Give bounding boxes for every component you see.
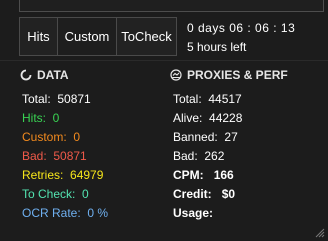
stat-label: Alive:: [173, 111, 203, 125]
proxy-banned: Banned: 27: [173, 129, 238, 145]
stat-value: 27: [224, 130, 238, 144]
stat-label: Retries:: [22, 168, 64, 182]
stat-value: 44228: [209, 111, 243, 125]
stat-label: CPM:: [173, 168, 204, 182]
tab-custom[interactable]: Custom: [57, 17, 117, 56]
proxy-total: Total: 44517: [173, 91, 242, 107]
data-section-title: DATA: [20, 68, 69, 82]
log-textarea[interactable]: [19, 0, 324, 12]
stat-value: $0: [221, 187, 236, 201]
stat-ocr-rate: OCR Rate: 0 %: [22, 205, 108, 221]
circle-refresh-icon: [20, 69, 32, 81]
stat-retries: Retries: 64979: [22, 167, 103, 183]
stat-total: Total: 50871: [22, 91, 91, 107]
stat-label: Total:: [22, 92, 51, 106]
stat-value: 50871: [53, 149, 87, 163]
stat-value: 262: [204, 149, 225, 163]
stat-label: To Check:: [22, 187, 76, 201]
data-title-label: DATA: [37, 68, 69, 82]
stat-bad: Bad: 50871: [22, 148, 87, 164]
divider: [0, 60, 328, 61]
elapsed-time: 0 days 06 : 06 : 13: [187, 21, 296, 35]
perf-usage: Usage:: [173, 205, 216, 221]
perf-credit: Credit: $0: [173, 186, 235, 202]
stat-label: Hits:: [22, 111, 46, 125]
proxy-section-title: PROXIES & PERF: [170, 68, 288, 82]
stat-label: Bad:: [22, 149, 47, 163]
stat-value: 0: [52, 111, 60, 125]
stat-label: Custom:: [22, 130, 67, 144]
stat-label: OCR Rate:: [22, 206, 81, 220]
stat-value: 166: [213, 168, 234, 182]
runner-stats-window: Hits Custom ToCheck 0 days 06 : 06 : 13 …: [0, 0, 328, 241]
stat-label: Bad:: [173, 149, 198, 163]
globe-icon: [170, 69, 182, 81]
stat-value: 44517: [208, 92, 242, 106]
proxy-alive: Alive: 44228: [173, 110, 242, 126]
tab-tocheck[interactable]: ToCheck: [116, 17, 177, 56]
tab-hits[interactable]: Hits: [19, 17, 58, 56]
stat-label: Credit:: [173, 187, 212, 201]
stat-custom: Custom: 0: [22, 129, 80, 145]
stat-value: 64979: [70, 168, 104, 182]
stat-value: 50871: [57, 92, 91, 106]
stat-tocheck: To Check: 0: [22, 186, 89, 202]
resize-grip-icon[interactable]: [315, 228, 325, 238]
proxy-title-label: PROXIES & PERF: [187, 68, 288, 82]
stat-value: 0: [82, 187, 89, 201]
stat-hits: Hits: 0: [22, 110, 59, 126]
tab-strip: Hits Custom ToCheck: [19, 17, 177, 56]
stat-label: Total:: [173, 92, 202, 106]
elapsed-timer: 0 days 06 : 06 : 13 5 hours left: [187, 19, 295, 57]
stat-value: 0 %: [87, 206, 109, 220]
stat-value: 0: [73, 130, 81, 144]
stat-label: Usage:: [173, 206, 214, 220]
proxy-bad: Bad: 262: [173, 148, 224, 164]
stat-label: Banned:: [173, 130, 218, 144]
perf-cpm: CPM: 166: [173, 167, 234, 183]
time-remaining: 5 hours left: [187, 40, 247, 54]
